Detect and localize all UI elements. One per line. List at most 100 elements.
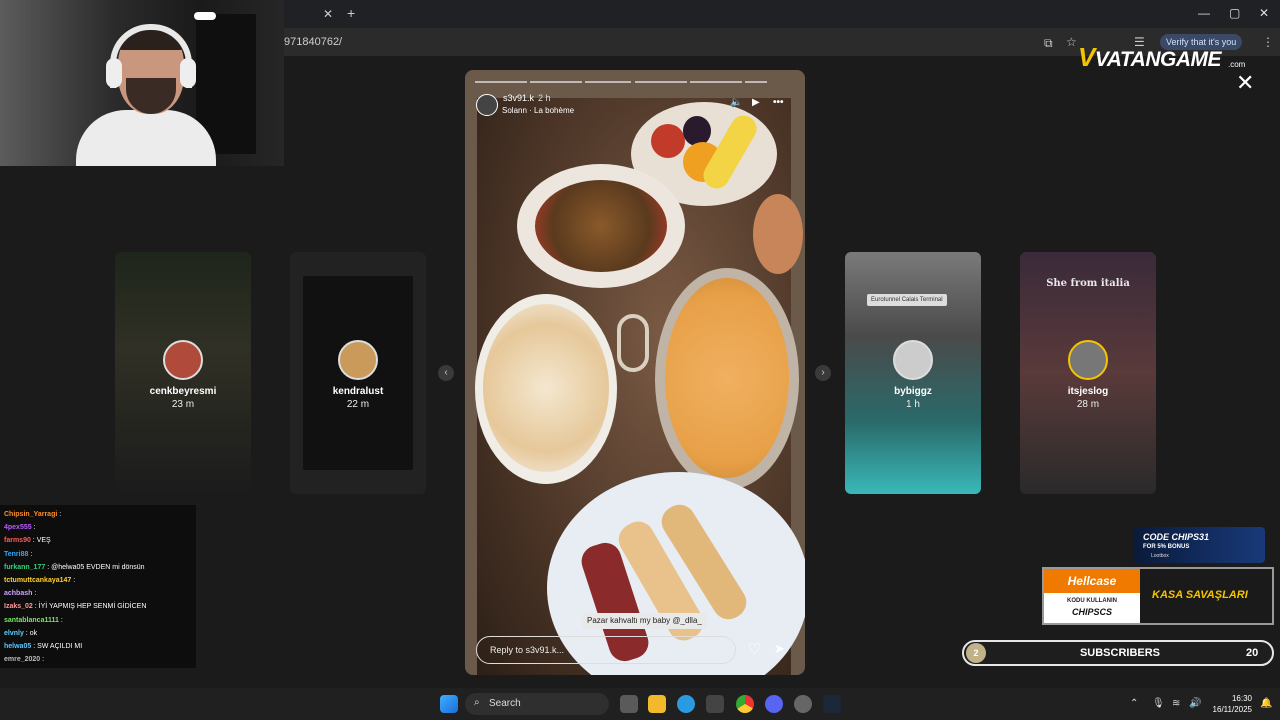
clock[interactable]: 16:30 16/11/2025 [1208,693,1252,715]
maximize-icon[interactable]: ▢ [1229,6,1240,20]
edge-icon[interactable] [677,695,695,713]
chat-message: farms90 : VEŞ [4,537,51,544]
chat-username[interactable]: furkann_177 [4,564,45,571]
chat-message: Chipsin_Yarragi : [4,511,61,518]
heart-icon[interactable]: ♡ [748,640,761,658]
hellcase-code: CHIPSCS [1071,607,1112,617]
story-username: kendralust [332,386,384,397]
hellcase-ad-left: Hellcase KODU KULLANIN CHIPSCS [1044,569,1140,623]
chat-username[interactable]: Chipsin_Yarragi [4,511,57,518]
chat-message: emre_2020 : [4,656,44,663]
file-explorer-icon[interactable] [648,695,666,713]
side-story-card[interactable]: cenkbeyresmi 23 m [115,252,251,494]
story-time: 22 m [346,399,370,410]
reply-input[interactable]: Reply to s3v91.k... [476,636,736,664]
notification-icon[interactable]: 🔔 [1260,698,1272,709]
app-icon[interactable] [794,695,812,713]
chat-username[interactable]: elvnly [4,630,24,637]
chat-text: VEŞ [36,537,51,545]
chat-separator: : [32,590,37,598]
story-time: 1 h [906,399,920,410]
url-text: 971840762/ [284,36,343,48]
ad-brand-line: Lootbox [1151,553,1169,559]
stream-chat: Chipsin_Yarragi : 4pex555 : farms90 : VE… [0,505,196,668]
close-story-icon[interactable]: ✕ [1236,70,1254,96]
chat-username[interactable]: Izaks_02 [4,603,33,610]
volume-icon[interactable]: 🔊 [1189,698,1201,709]
chat-message: 4pex555 : [4,524,36,531]
next-story-arrow-icon[interactable]: › [815,365,831,381]
chat-username[interactable]: santablanca1111 [4,617,59,624]
discord-icon[interactable] [765,695,783,713]
chat-username[interactable]: farms90 [4,537,31,544]
chat-message: helwa05 : SW AÇILDI MI [4,643,82,650]
chat-username[interactable]: 4pex555 [4,524,32,531]
avatar [893,340,933,380]
side-story-card[interactable]: Eurotunnel Calais Terminal bybiggz 1 h [845,252,981,494]
window-close-icon[interactable]: ✕ [1259,6,1269,20]
logo-domain: .com [1228,60,1246,69]
chat-separator: : [31,524,36,532]
tray-chevron-icon[interactable]: ⌃ [1130,698,1138,709]
install-icon[interactable]: ⧉ [1044,36,1053,51]
side-story-card[interactable]: kendralust 22 m [290,252,426,494]
chat-separator: : [28,550,33,558]
taskbar-search[interactable]: Search [465,693,609,715]
chat-message: achbash : [4,590,36,597]
task-view-icon[interactable] [620,695,638,713]
ad-code-line: CODE CHIPS31 [1143,532,1210,542]
minimize-icon[interactable]: — [1198,6,1210,20]
wifi-icon[interactable]: ≋ [1172,698,1180,709]
yogurt-bowl [475,294,617,484]
headset-left-ear [106,58,122,88]
microphone-icon[interactable]: 🎙 [1152,698,1165,709]
story-username: bybiggz [894,386,932,397]
eggplant-bowl [517,164,685,288]
mute-icon[interactable]: 🔈 [730,97,742,108]
store-icon[interactable] [706,695,724,713]
streamer-webcam [0,0,284,166]
browser-menu-icon[interactable]: ⋮ [1262,35,1274,49]
roasted-vegetables [535,180,667,272]
chat-username[interactable]: Tenri88 [4,551,28,558]
story-progress-segment [745,81,767,83]
story-username[interactable]: s3v91.k [503,93,534,103]
story-photo [475,98,805,675]
chat-separator: : [58,616,63,624]
vatangame-logo: VVATANGAME [1078,42,1222,73]
prev-story-arrow-icon[interactable]: ‹ [438,365,454,381]
chrome-icon[interactable] [736,695,754,713]
subscriber-label: SUBSCRIBERS [1079,647,1161,659]
steam-icon[interactable] [823,695,841,713]
strawberry [651,124,685,158]
chat-username[interactable]: tctumuttcankaya147 [4,577,71,584]
avatar[interactable] [476,94,498,116]
omelette [665,278,789,478]
bookmark-star-icon[interactable]: ☆ [1066,35,1077,49]
story-music[interactable]: Solann · La bohème [502,106,574,115]
chat-text: İYİ YAPMIŞ HEP SENMİ GİDİCEN [38,603,147,611]
chat-username[interactable]: emre_2020 [4,656,40,663]
side-story-card[interactable]: She from italia itsjeslog 28 m [1020,252,1156,494]
subscriber-goal-bar: 2 SUBSCRIBERS 20 [962,640,1274,666]
chat-text: SW AÇILDI MI [37,643,83,650]
chat-text: @helwa05 EVDEN mi dönsün [51,563,145,571]
story-progress-segment [585,81,631,83]
new-tab-icon[interactable]: + [347,5,355,21]
chat-message: furkann_177 : @helwa05 EVDEN mi dönsün [4,564,145,571]
start-icon[interactable] [440,695,458,713]
more-options-icon[interactable]: ••• [773,97,784,108]
play-icon[interactable]: ▶ [752,97,760,108]
story-username: cenkbeyresmi [149,386,217,397]
search-icon: ⌕ [474,697,480,708]
hellcase-line1: KODU KULLANIN [1067,598,1117,604]
clock-time: 16:30 [1231,694,1252,703]
chat-username[interactable]: achbash [4,590,32,597]
chat-username[interactable]: helwa05 [4,643,31,650]
headset-right-ear [180,58,196,88]
story-time: 2 h [538,93,551,103]
chat-separator: : [57,511,62,518]
send-icon[interactable]: ➤ [774,641,785,657]
chat-message: Tenri88 : [4,551,32,558]
tab-close-icon[interactable]: ✕ [323,7,333,21]
